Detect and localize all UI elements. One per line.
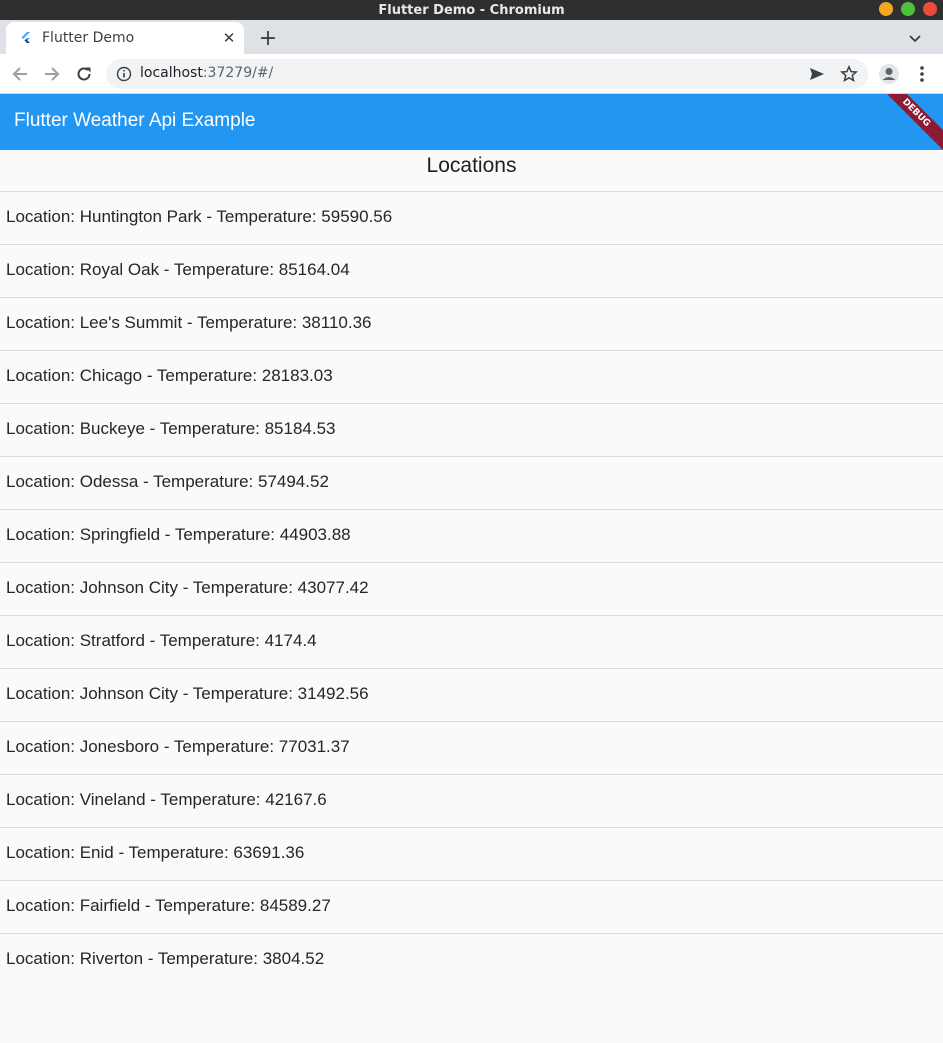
browser-toolbar: localhost:37279/#/: [0, 54, 943, 94]
reload-icon[interactable]: [72, 62, 96, 86]
window-controls: [879, 2, 937, 16]
send-tab-icon[interactable]: [805, 62, 829, 86]
list-item[interactable]: Location: Enid - Temperature: 63691.36: [0, 828, 943, 881]
main-content: Locations Location: Huntington Park - Te…: [0, 150, 943, 1043]
list-item-label: Location: Royal Oak - Temperature: 85164…: [6, 260, 350, 279]
page-title: Locations: [426, 154, 517, 177]
app-title: Flutter Weather Api Example: [14, 110, 256, 131]
minimize-button[interactable]: [879, 2, 893, 16]
tab-strip: Flutter Demo ✕ +: [0, 20, 943, 54]
back-arrow-icon[interactable]: [8, 62, 32, 86]
bookmark-star-icon[interactable]: [837, 62, 861, 86]
list-item[interactable]: Location: Royal Oak - Temperature: 85164…: [0, 245, 943, 298]
list-item[interactable]: Location: Odessa - Temperature: 57494.52: [0, 457, 943, 510]
list-item-label: Location: Vineland - Temperature: 42167.…: [6, 790, 327, 809]
list-item-label: Location: Chicago - Temperature: 28183.0…: [6, 366, 333, 385]
list-item-label: Location: Riverton - Temperature: 3804.5…: [6, 949, 325, 968]
menu-more-icon[interactable]: [910, 62, 934, 86]
list-item-label: Location: Stratford - Temperature: 4174.…: [6, 631, 317, 650]
list-item-label: Location: Springfield - Temperature: 449…: [6, 525, 351, 544]
list-item[interactable]: Location: Jonesboro - Temperature: 77031…: [0, 722, 943, 775]
list-item[interactable]: Location: Stratford - Temperature: 4174.…: [0, 616, 943, 669]
url-text: localhost:37279/#/: [140, 65, 273, 81]
list-item-label: Location: Lee's Summit - Temperature: 38…: [6, 313, 372, 332]
tab-flutter-demo[interactable]: Flutter Demo ✕: [6, 22, 244, 54]
app-bar: Flutter Weather Api Example DEBUG: [0, 94, 943, 150]
list-item-label: Location: Huntington Park - Temperature:…: [6, 207, 393, 226]
locations-list: Location: Huntington Park - Temperature:…: [0, 192, 943, 987]
list-item[interactable]: Location: Fairfield - Temperature: 84589…: [0, 881, 943, 934]
list-item-label: Location: Odessa - Temperature: 57494.52: [6, 472, 329, 491]
forward-arrow-icon[interactable]: [40, 62, 64, 86]
list-item[interactable]: Location: Buckeye - Temperature: 85184.5…: [0, 404, 943, 457]
window-title: Flutter Demo - Chromium: [378, 2, 565, 18]
list-item-label: Location: Fairfield - Temperature: 84589…: [6, 896, 331, 915]
tab-title: Flutter Demo: [42, 30, 135, 46]
url-host: localhost: [140, 65, 203, 81]
list-item[interactable]: Location: Chicago - Temperature: 28183.0…: [0, 351, 943, 404]
tab-close-icon[interactable]: ✕: [220, 29, 238, 47]
list-item-label: Location: Buckeye - Temperature: 85184.5…: [6, 419, 336, 438]
maximize-button[interactable]: [901, 2, 915, 16]
list-item-label: Location: Johnson City - Temperature: 31…: [6, 684, 369, 703]
url-path: :37279/#/: [202, 65, 274, 81]
debug-banner: DEBUG: [865, 94, 943, 150]
list-item-label: Location: Jonesboro - Temperature: 77031…: [6, 737, 350, 756]
list-item[interactable]: Location: Johnson City - Temperature: 31…: [0, 669, 943, 722]
tab-search-chevron-icon[interactable]: [905, 28, 925, 48]
flutter-logo-icon: [18, 30, 34, 46]
list-item[interactable]: Location: Springfield - Temperature: 449…: [0, 510, 943, 563]
list-item[interactable]: Location: Vineland - Temperature: 42167.…: [0, 775, 943, 828]
address-bar[interactable]: localhost:37279/#/: [106, 59, 868, 89]
new-tab-button[interactable]: +: [256, 26, 280, 51]
list-item[interactable]: Location: Lee's Summit - Temperature: 38…: [0, 298, 943, 351]
list-item[interactable]: Location: Johnson City - Temperature: 43…: [0, 563, 943, 616]
profile-avatar-icon[interactable]: [877, 62, 901, 86]
close-window-button[interactable]: [923, 2, 937, 16]
list-item-label: Location: Enid - Temperature: 63691.36: [6, 843, 305, 862]
list-item-label: Location: Johnson City - Temperature: 43…: [6, 578, 369, 597]
window-titlebar: Flutter Demo - Chromium: [0, 0, 943, 20]
site-info-icon[interactable]: [116, 66, 132, 82]
list-item[interactable]: Location: Riverton - Temperature: 3804.5…: [0, 934, 943, 987]
list-item[interactable]: Location: Huntington Park - Temperature:…: [0, 192, 943, 245]
